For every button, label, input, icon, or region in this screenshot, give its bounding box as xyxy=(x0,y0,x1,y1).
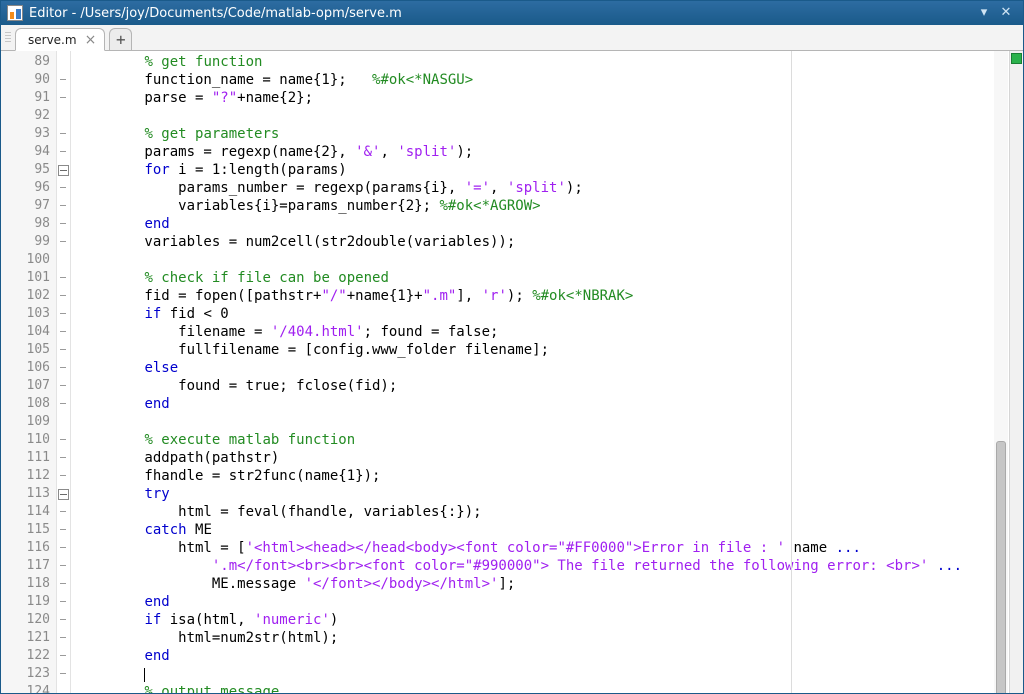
titlebar[interactable]: Editor - /Users/joy/Documents/Code/matla… xyxy=(1,1,1023,25)
line-number[interactable]: 90 xyxy=(1,71,56,89)
fold-guide xyxy=(57,323,70,341)
line-number[interactable]: 107 xyxy=(1,377,56,395)
fold-guide xyxy=(57,647,70,665)
line-number[interactable]: 113 xyxy=(1,485,56,503)
print-margin xyxy=(791,51,792,693)
line-number[interactable]: 94 xyxy=(1,143,56,161)
fold-guide xyxy=(57,53,70,71)
close-icon[interactable]: ✕ xyxy=(995,4,1017,22)
line-number[interactable]: 118 xyxy=(1,575,56,593)
fold-guide xyxy=(57,89,70,107)
fold-toggle-icon[interactable] xyxy=(57,161,70,179)
fold-guide xyxy=(57,449,70,467)
fold-guide xyxy=(57,395,70,413)
line-number[interactable]: 98 xyxy=(1,215,56,233)
code-text[interactable]: % get function function_name = name{1}; … xyxy=(71,51,1023,693)
fold-guide xyxy=(57,557,70,575)
text-cursor xyxy=(144,668,145,682)
fold-guide xyxy=(57,233,70,251)
fold-guide xyxy=(57,71,70,89)
line-number[interactable]: 115 xyxy=(1,521,56,539)
window-title: Editor - /Users/joy/Documents/Code/matla… xyxy=(29,6,973,21)
fold-guide xyxy=(57,287,70,305)
line-number[interactable]: 99 xyxy=(1,233,56,251)
line-number[interactable]: 102 xyxy=(1,287,56,305)
fold-guide xyxy=(57,593,70,611)
app-icon xyxy=(7,5,23,21)
fold-guide xyxy=(57,521,70,539)
code-area[interactable]: % get function function_name = name{1}; … xyxy=(71,51,1023,693)
fold-guide xyxy=(57,467,70,485)
line-number[interactable]: 112 xyxy=(1,467,56,485)
line-number[interactable]: 100 xyxy=(1,251,56,269)
line-number[interactable]: 104 xyxy=(1,323,56,341)
line-number[interactable]: 111 xyxy=(1,449,56,467)
fold-guide xyxy=(57,125,70,143)
message-bar[interactable] xyxy=(1009,51,1023,693)
minimize-icon[interactable]: ▾ xyxy=(973,4,995,22)
line-number[interactable]: 123 xyxy=(1,665,56,683)
line-number[interactable]: 97 xyxy=(1,197,56,215)
editor-window: Editor - /Users/joy/Documents/Code/matla… xyxy=(0,0,1024,694)
line-number[interactable]: 124 xyxy=(1,683,56,693)
fold-guide xyxy=(57,683,70,693)
fold-guide xyxy=(57,629,70,647)
fold-guide xyxy=(57,413,70,431)
line-number[interactable]: 92 xyxy=(1,107,56,125)
vertical-scrollbar[interactable] xyxy=(994,51,1008,693)
line-number[interactable]: 122 xyxy=(1,647,56,665)
line-number[interactable]: 121 xyxy=(1,629,56,647)
fold-guide xyxy=(57,251,70,269)
fold-guide xyxy=(57,215,70,233)
fold-guide xyxy=(57,269,70,287)
line-number[interactable]: 89 xyxy=(1,53,56,71)
line-number[interactable]: 109 xyxy=(1,413,56,431)
fold-guide xyxy=(57,359,70,377)
fold-guide xyxy=(57,179,70,197)
tab-close-icon[interactable]: × xyxy=(85,33,97,47)
line-number[interactable]: 91 xyxy=(1,89,56,107)
fold-guide xyxy=(57,305,70,323)
code-ok-indicator xyxy=(1011,53,1022,64)
tab-serve-m[interactable]: serve.m × xyxy=(15,28,105,51)
line-number[interactable]: 108 xyxy=(1,395,56,413)
fold-guide xyxy=(57,611,70,629)
line-number[interactable]: 93 xyxy=(1,125,56,143)
tab-label: serve.m xyxy=(28,33,77,47)
fold-gutter[interactable] xyxy=(57,51,71,693)
line-number[interactable]: 117 xyxy=(1,557,56,575)
line-number[interactable]: 103 xyxy=(1,305,56,323)
fold-guide xyxy=(57,575,70,593)
fold-guide xyxy=(57,503,70,521)
scrollbar-thumb[interactable] xyxy=(996,441,1006,693)
fold-guide xyxy=(57,377,70,395)
editor-pane: 8990919293949596979899100101102103104105… xyxy=(1,51,1023,693)
line-number[interactable]: 120 xyxy=(1,611,56,629)
line-number[interactable]: 114 xyxy=(1,503,56,521)
fold-toggle-icon[interactable] xyxy=(57,485,70,503)
tab-strip: serve.m × + xyxy=(1,25,1023,51)
fold-guide xyxy=(57,107,70,125)
line-number[interactable]: 116 xyxy=(1,539,56,557)
new-tab-button[interactable]: + xyxy=(109,28,132,50)
line-number[interactable]: 110 xyxy=(1,431,56,449)
line-number[interactable]: 106 xyxy=(1,359,56,377)
fold-guide xyxy=(57,665,70,683)
line-number[interactable]: 105 xyxy=(1,341,56,359)
line-number[interactable]: 96 xyxy=(1,179,56,197)
line-number[interactable]: 119 xyxy=(1,593,56,611)
line-number[interactable]: 95 xyxy=(1,161,56,179)
line-number-gutter[interactable]: 8990919293949596979899100101102103104105… xyxy=(1,51,57,693)
fold-guide xyxy=(57,341,70,359)
line-number[interactable]: 101 xyxy=(1,269,56,287)
fold-guide xyxy=(57,539,70,557)
fold-guide xyxy=(57,197,70,215)
fold-guide xyxy=(57,431,70,449)
fold-guide xyxy=(57,143,70,161)
